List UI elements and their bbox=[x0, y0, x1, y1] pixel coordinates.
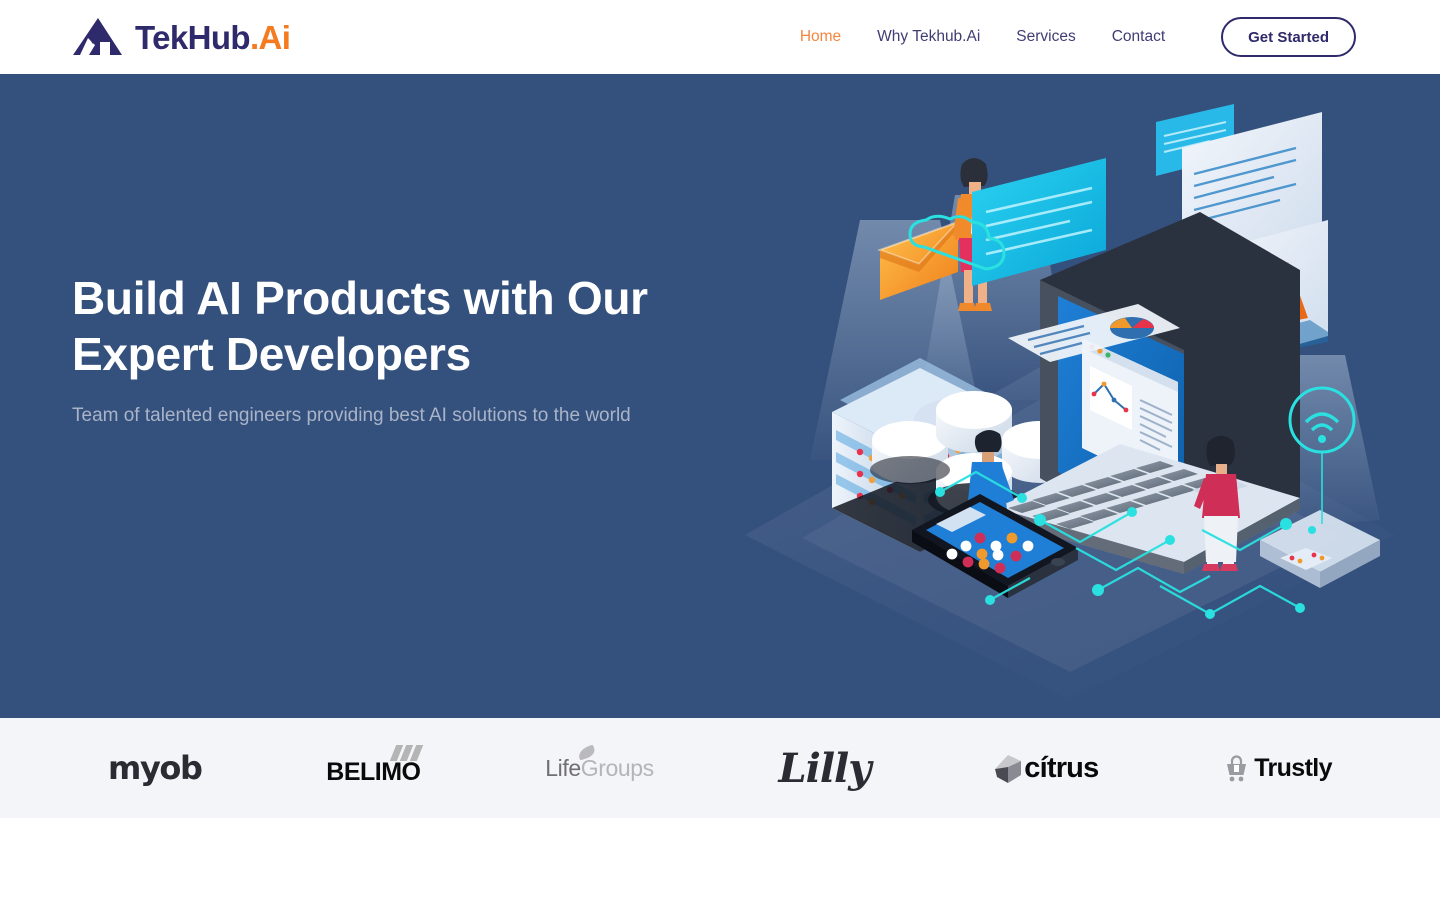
nav-item-services[interactable]: Services bbox=[1014, 24, 1077, 50]
nav-item-contact[interactable]: Contact bbox=[1110, 24, 1167, 50]
client-logo-lifegroups: LifeGroups bbox=[545, 740, 654, 796]
client-logo-belimo-label: BELIMO bbox=[326, 757, 421, 786]
client-logo-myob: myob bbox=[108, 740, 203, 796]
client-logo-lifegroups-label-1: Life bbox=[545, 754, 581, 781]
hero-section: Build AI Products with Our Expert Develo… bbox=[0, 74, 1440, 718]
get-started-button[interactable]: Get Started bbox=[1221, 17, 1356, 57]
client-logo-trustly: Trustly bbox=[1223, 740, 1333, 796]
brand-name-accent: .Ai bbox=[249, 18, 291, 56]
client-logo-trustly-label: Trustly bbox=[1254, 753, 1332, 782]
hero-title: Build AI Products with Our Expert Develo… bbox=[72, 272, 648, 381]
hero-illustration bbox=[740, 100, 1400, 700]
client-logo-belimo: BELIMO bbox=[326, 740, 424, 796]
hero-subtitle: Team of talented engineers providing bes… bbox=[72, 405, 631, 427]
client-logo-lifegroups-label-2: Groups bbox=[580, 754, 654, 781]
client-logos-strip: myob BELIMO LifeGroups Lilly cítrus Trus… bbox=[0, 718, 1440, 818]
mountain-a-logo-icon bbox=[73, 18, 122, 55]
brand-name-primary: TekHub bbox=[135, 18, 251, 56]
page-bottom-whitespace bbox=[0, 818, 1440, 900]
nav-item-why-tekhub-ai[interactable]: Why Tekhub.Ai bbox=[875, 24, 982, 50]
client-logo-lilly: Lilly bbox=[778, 740, 872, 796]
client-logo-lilly-label: Lilly bbox=[778, 744, 872, 792]
client-logo-citrus: cítrus bbox=[995, 740, 1099, 796]
belimo-slashes-icon bbox=[390, 744, 424, 761]
site-header: TekHub.Ai Home Why Tekhub.Ai Services Co… bbox=[0, 0, 1440, 74]
brand-logo[interactable]: TekHub.Ai bbox=[72, 17, 291, 57]
trustly-cart-lock-icon bbox=[1227, 754, 1247, 781]
nav-item-home[interactable]: Home bbox=[798, 24, 843, 50]
client-logo-myob-label: myob bbox=[108, 749, 203, 787]
citrus-mark-icon bbox=[995, 755, 1022, 783]
client-logo-citrus-label: cítrus bbox=[1024, 751, 1099, 784]
main-navigation: Home Why Tekhub.Ai Services Contact Get … bbox=[798, 17, 1356, 57]
hero-copy: Build AI Products with Our Expert Develo… bbox=[72, 270, 712, 431]
brand-wordmark: TekHub.Ai bbox=[135, 18, 291, 56]
